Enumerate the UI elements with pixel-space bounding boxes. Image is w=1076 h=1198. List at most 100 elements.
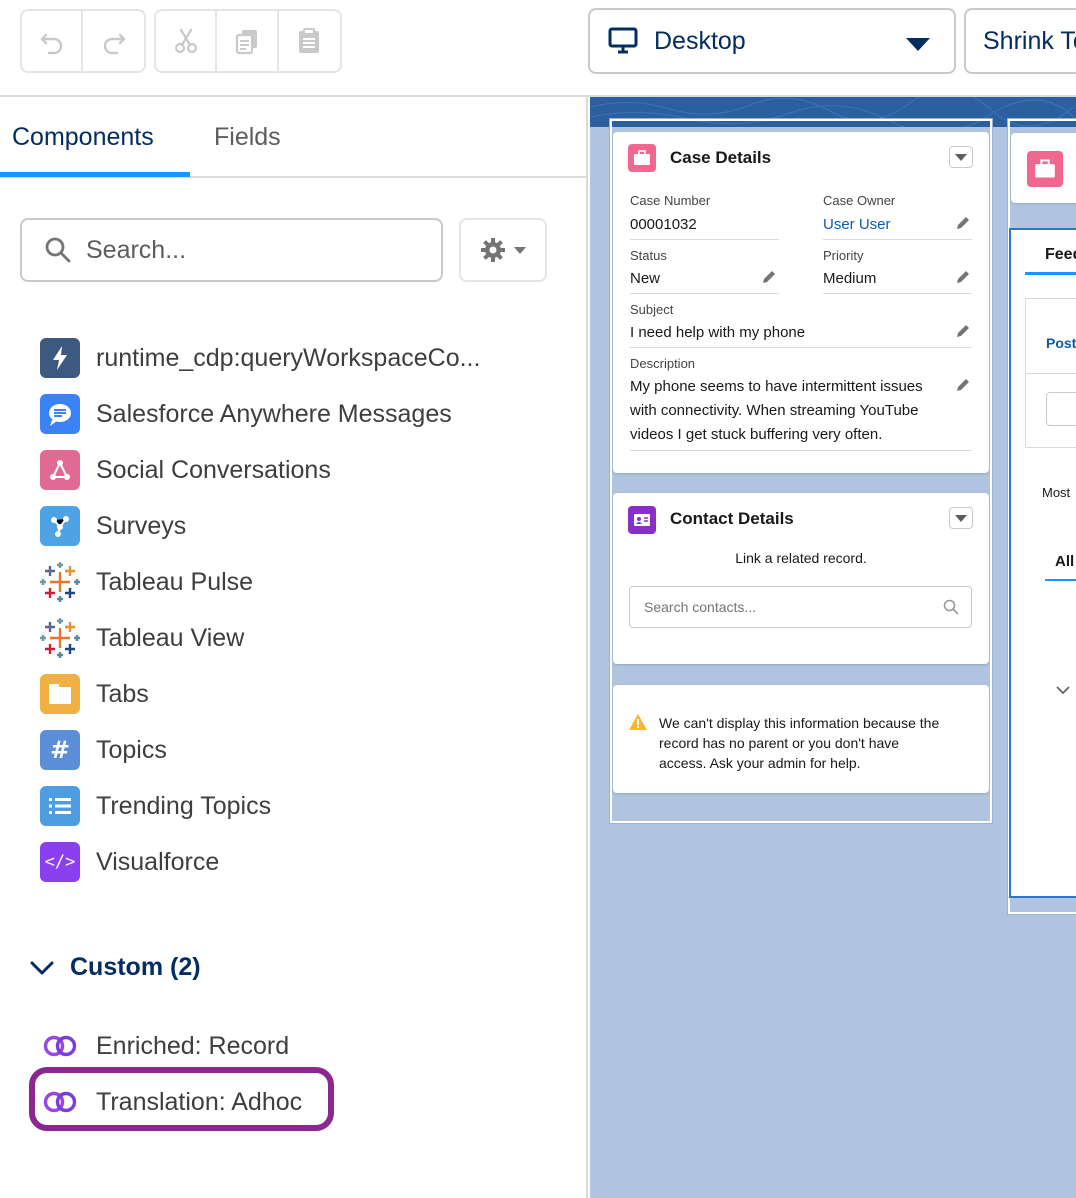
case-details-card[interactable]: Case Details Case Number 00001032 Case O… bbox=[613, 132, 989, 473]
component-item-visualforce[interactable]: </> Visualforce bbox=[40, 834, 480, 890]
contact-details-card[interactable]: Contact Details Link a related record. S… bbox=[613, 493, 989, 664]
filter-all-tab[interactable]: All bbox=[1055, 553, 1074, 570]
divider bbox=[823, 293, 972, 294]
warning-icon bbox=[629, 714, 647, 730]
post-tab[interactable]: Post bbox=[1046, 335, 1076, 351]
component-item-tableau-pulse[interactable]: Tableau Pulse bbox=[40, 554, 480, 610]
component-item-enriched-record[interactable]: Enriched: Record bbox=[40, 1018, 302, 1074]
component-label: Visualforce bbox=[96, 847, 220, 876]
component-item-runtime-cdp[interactable]: runtime_cdp:queryWorkspaceCo... bbox=[40, 330, 480, 386]
component-search bbox=[20, 218, 443, 282]
divider bbox=[630, 450, 972, 451]
subject-label: Subject bbox=[630, 302, 674, 317]
component-item-tabs[interactable]: Tabs bbox=[40, 666, 480, 722]
chevron-down-icon bbox=[30, 961, 54, 974]
component-item-trending-topics[interactable]: Trending Topics bbox=[40, 778, 480, 834]
case-icon bbox=[1027, 151, 1063, 187]
gear-icon bbox=[481, 238, 505, 262]
warning-text-line: We can't display this information becaus… bbox=[659, 715, 940, 731]
custom-section-label: Custom (2) bbox=[70, 953, 201, 981]
contact-details-title: Contact Details bbox=[670, 509, 794, 528]
tab-fields[interactable]: Fields bbox=[214, 123, 281, 152]
tabs-icon bbox=[40, 674, 80, 714]
toolbar: Desktop Shrink To View bbox=[0, 0, 1076, 97]
component-item-surveys[interactable]: Surveys bbox=[40, 498, 480, 554]
divider bbox=[823, 239, 972, 240]
paste-button[interactable] bbox=[279, 11, 340, 71]
search-input[interactable] bbox=[86, 235, 406, 265]
component-item-social-conversations[interactable]: Social Conversations bbox=[40, 442, 480, 498]
component-label: Social Conversations bbox=[96, 455, 331, 484]
component-label: Topics bbox=[96, 735, 167, 764]
edit-pencil-icon[interactable] bbox=[955, 323, 971, 339]
edit-pencil-icon[interactable] bbox=[955, 269, 971, 285]
tab-components[interactable]: Components bbox=[12, 123, 154, 152]
case-number-label: Case Number bbox=[630, 193, 711, 208]
active-tab-indicator bbox=[1025, 272, 1076, 275]
contact-search-placeholder: Search contacts... bbox=[644, 599, 757, 615]
settings-button[interactable] bbox=[459, 218, 547, 282]
component-item-salesforce-anywhere[interactable]: Salesforce Anywhere Messages bbox=[40, 386, 480, 442]
subject-value: I need help with my phone bbox=[630, 324, 806, 341]
tableau-icon bbox=[40, 562, 80, 602]
divider bbox=[630, 293, 779, 294]
active-tab-indicator bbox=[0, 172, 190, 177]
cut-icon bbox=[174, 28, 197, 54]
divider bbox=[1026, 373, 1076, 374]
chat-icon bbox=[40, 394, 80, 434]
case-details-title: Case Details bbox=[670, 148, 772, 167]
shrink-to-view-label: Shrink To View bbox=[983, 26, 1076, 55]
component-label: Tabs bbox=[96, 679, 149, 708]
case-details-menu-button[interactable] bbox=[949, 146, 973, 168]
case-owner-link[interactable]: User User bbox=[823, 216, 891, 233]
case-icon bbox=[628, 144, 656, 172]
feed-divider bbox=[1025, 230, 1026, 880]
copy-button[interactable] bbox=[217, 11, 279, 71]
divider bbox=[630, 239, 779, 240]
component-item-topics[interactable]: # Topics bbox=[40, 722, 480, 778]
contact-search-box[interactable]: Search contacts... bbox=[629, 586, 972, 628]
cut-button[interactable] bbox=[156, 11, 218, 71]
highlights-card[interactable] bbox=[1011, 133, 1076, 203]
priority-value: Medium bbox=[823, 270, 877, 287]
list-icon bbox=[40, 786, 80, 826]
redo-button[interactable] bbox=[83, 11, 144, 71]
chevron-down-icon bbox=[906, 38, 930, 51]
chevron-down-icon[interactable] bbox=[1055, 685, 1071, 695]
component-label: Tableau View bbox=[96, 623, 245, 652]
edit-pencil-icon[interactable] bbox=[955, 215, 971, 231]
survey-icon bbox=[40, 506, 80, 546]
feed-container: Feed Post Most All bbox=[1009, 228, 1076, 898]
warning-card: We can't display this information becaus… bbox=[613, 685, 989, 793]
page-canvas: Case Details Case Number 00001032 Case O… bbox=[590, 97, 1076, 1198]
edit-pencil-icon[interactable] bbox=[761, 269, 777, 285]
custom-section-toggle[interactable]: Custom (2) bbox=[30, 953, 201, 982]
link-icon bbox=[40, 1026, 80, 1066]
code-icon: </> bbox=[40, 842, 80, 882]
device-select[interactable]: Desktop bbox=[588, 8, 956, 74]
component-label: runtime_cdp:queryWorkspaceCo... bbox=[96, 343, 481, 372]
component-label: Trending Topics bbox=[96, 791, 272, 820]
description-line: My phone seems to have intermittent issu… bbox=[630, 378, 923, 395]
undo-button[interactable] bbox=[22, 11, 84, 71]
post-input[interactable] bbox=[1046, 392, 1076, 426]
tab-feed[interactable]: Feed bbox=[1045, 246, 1076, 264]
contact-details-menu-button[interactable] bbox=[949, 507, 973, 529]
search-icon bbox=[45, 237, 71, 263]
copy-icon bbox=[235, 30, 258, 55]
divider bbox=[630, 347, 972, 348]
components-panel: Components Fields runtime_cdp:queryWorks… bbox=[0, 97, 588, 1198]
tableau-icon bbox=[40, 618, 80, 658]
warning-text-line: record has no parent or you don't have bbox=[659, 735, 900, 751]
description-label: Description bbox=[630, 356, 696, 371]
component-item-tableau-view[interactable]: Tableau View bbox=[40, 610, 480, 666]
component-label: Salesforce Anywhere Messages bbox=[96, 399, 452, 428]
history-button-group bbox=[20, 9, 146, 73]
sort-label[interactable]: Most bbox=[1042, 485, 1070, 500]
device-select-label: Desktop bbox=[654, 26, 746, 55]
panel-tabs: Components Fields bbox=[0, 97, 588, 178]
search-icon bbox=[943, 599, 959, 615]
shrink-to-view-select[interactable]: Shrink To View bbox=[964, 8, 1076, 74]
edit-pencil-icon[interactable] bbox=[955, 377, 971, 393]
social-icon bbox=[40, 450, 80, 490]
